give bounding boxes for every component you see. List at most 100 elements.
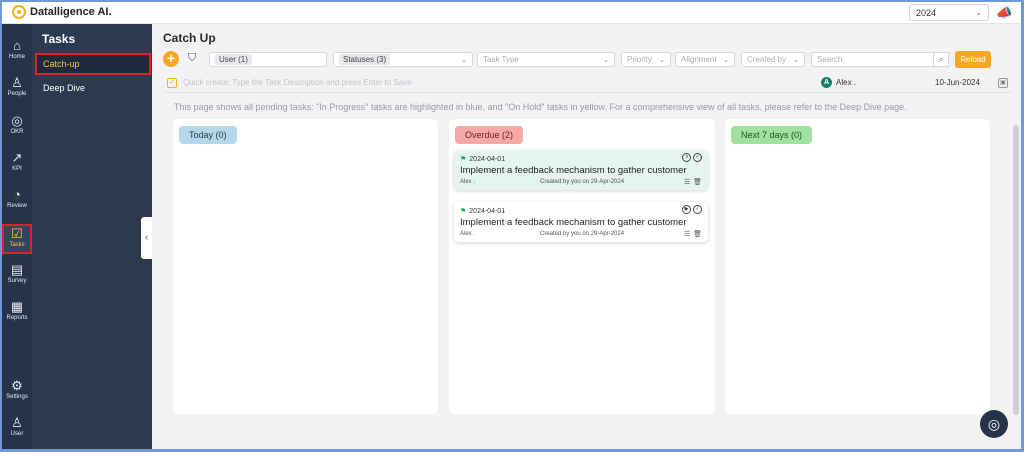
- rail-label: Tasks: [9, 242, 25, 248]
- announcement-icon[interactable]: 📣: [996, 5, 1012, 20]
- page-title: Catch Up: [163, 31, 216, 45]
- rail-item-people[interactable]: ♙ People: [2, 75, 32, 105]
- due-date-picker[interactable]: 10-Jun-2024: [935, 78, 980, 87]
- chevron-down-icon: ⌄: [461, 56, 467, 64]
- chevron-down-icon: ⌄: [975, 8, 982, 17]
- task-type-placeholder: Task Type: [483, 55, 519, 64]
- rail-label: Settings: [6, 394, 28, 400]
- details-icon[interactable]: ☰: [684, 230, 690, 238]
- info-text: This page shows all pending tasks: "In P…: [174, 102, 907, 112]
- rail-item-okr[interactable]: ◎ OKR: [2, 113, 32, 143]
- column-overdue: Overdue (2) ⚑ 2024-04-01 ॥ ✓ Implement a…: [449, 119, 715, 414]
- rail-label: People: [7, 91, 27, 97]
- task-date-value: 2024-04-01: [469, 155, 506, 163]
- sidebar-item-catch-up[interactable]: Catch-up: [35, 53, 151, 75]
- delete-icon[interactable]: 🗑: [693, 178, 702, 186]
- filter-icon[interactable]: ⛉: [188, 52, 196, 65]
- sidebar-item-deep-dive[interactable]: Deep Dive: [35, 77, 151, 99]
- rail-label: Survey: [7, 278, 27, 284]
- brand-logo[interactable]: Datalligence AI.: [12, 5, 112, 19]
- checkbox-icon: ☑: [11, 226, 23, 241]
- add-task-button[interactable]: +: [163, 51, 179, 67]
- vertical-scrollbar[interactable]: [1013, 125, 1019, 415]
- task-card[interactable]: ⚑ 2024-04-01 ॥ ✓ Implement a feedback me…: [454, 150, 708, 190]
- alignment-filter[interactable]: Alignment ⌄: [675, 52, 735, 67]
- rail-label: OKR: [10, 129, 24, 135]
- column-today: Today (0): [173, 119, 438, 414]
- delete-icon[interactable]: 🗑: [693, 230, 702, 238]
- save-icon[interactable]: ▣: [998, 78, 1008, 88]
- task-title[interactable]: Implement a feedback mechanism to gather…: [460, 217, 700, 228]
- rail-item-review[interactable]: ◔ Review: [2, 187, 32, 217]
- search-input[interactable]: Search: [811, 52, 935, 67]
- rail-item-tasks[interactable]: ☑ Tasks: [2, 224, 32, 254]
- task-date-value: 2024-04-01: [469, 207, 506, 215]
- chevron-down-icon: ⌄: [603, 56, 609, 64]
- task-tools: ☰ 🗑: [684, 178, 702, 186]
- task-tools: ☰ 🗑: [684, 230, 702, 238]
- chevron-down-icon: ⌄: [723, 56, 729, 64]
- year-select[interactable]: 2024 ⌄: [909, 4, 989, 21]
- rail-label: Home: [8, 54, 25, 60]
- task-actions: ॥ ✓: [682, 153, 702, 162]
- filter-toolbar: + ⛉ User (1) Statuses (3) ⌄ Task Type ⌄ …: [163, 51, 993, 69]
- status-filter[interactable]: Statuses (3) ⌄: [333, 52, 473, 67]
- reports-icon: ▦: [10, 299, 24, 314]
- flag-icon: ⚑: [460, 208, 467, 215]
- rail-item-home[interactable]: ⌂ Home: [2, 38, 32, 68]
- rail-label: Review: [7, 203, 27, 209]
- gauge-icon: ◔: [13, 187, 21, 202]
- logo-icon: [12, 5, 26, 19]
- created-by-filter[interactable]: Created by ⌄: [741, 52, 805, 67]
- status-filter-chip: Statuses (3): [339, 54, 391, 65]
- flag-icon: ⚑: [460, 156, 467, 163]
- rail-item-survey[interactable]: ▤ Survey: [2, 262, 32, 292]
- task-actions: ▶ ✓: [682, 205, 702, 214]
- created-by-placeholder: Created by: [747, 55, 787, 64]
- quick-create-bar: ✓ Quick create: Type the Task Descriptio…: [163, 77, 1013, 93]
- user-filter[interactable]: User (1): [209, 52, 327, 67]
- rail-item-user[interactable]: ♙ User: [2, 415, 32, 445]
- task-date: ⚑ 2024-04-01: [460, 207, 506, 216]
- rail-item-kpi[interactable]: ↗ KPI: [2, 150, 32, 180]
- rail-label: User: [10, 431, 24, 437]
- details-icon[interactable]: ☰: [684, 178, 690, 186]
- assistant-button[interactable]: ◎: [980, 410, 1008, 438]
- column-next-7-days: Next 7 days (0): [725, 119, 990, 414]
- checkbox-icon: ✓: [167, 78, 177, 88]
- rail-item-reports[interactable]: ▦ Reports: [2, 299, 32, 329]
- chevron-down-icon: ⌄: [659, 56, 665, 64]
- play-icon[interactable]: ▶: [682, 205, 691, 214]
- rail-label: KPI: [12, 166, 22, 172]
- task-date: ⚑ 2024-04-01: [460, 155, 506, 164]
- survey-icon: ▤: [10, 262, 24, 277]
- user-filter-chip: User (1): [215, 54, 252, 65]
- complete-icon[interactable]: ✓: [693, 205, 702, 214]
- rail-label: Reports: [6, 315, 28, 321]
- brand-name: Datalligence AI.: [30, 6, 112, 18]
- user-icon: ♙: [11, 415, 23, 430]
- column-header-next-7-days: Next 7 days (0): [731, 126, 813, 144]
- complete-icon[interactable]: ✓: [693, 153, 702, 162]
- task-owner: Alex .: [460, 231, 476, 237]
- gear-icon: ⚙: [11, 378, 23, 393]
- search-icon[interactable]: ⌕: [933, 52, 949, 67]
- sidebar-title: Tasks: [42, 32, 76, 46]
- task-type-filter[interactable]: Task Type ⌄: [477, 52, 615, 67]
- assignee-picker[interactable]: A Alex .: [821, 77, 856, 88]
- chevron-down-icon: ⌄: [793, 56, 799, 64]
- assignee-name: Alex .: [836, 78, 857, 87]
- priority-placeholder: Priority: [627, 55, 652, 64]
- priority-filter[interactable]: Priority ⌄: [621, 52, 671, 67]
- search-placeholder: Search: [817, 55, 843, 64]
- reload-button[interactable]: Reload: [955, 51, 991, 68]
- home-icon: ⌂: [13, 38, 21, 53]
- task-title[interactable]: Implement a feedback mechanism to gather…: [460, 165, 700, 176]
- sidebar-collapse-button[interactable]: ‹: [141, 217, 152, 259]
- pause-icon[interactable]: ॥: [682, 153, 691, 162]
- quick-create-input[interactable]: Quick create: Type the Task Description …: [183, 78, 412, 87]
- target-icon: ◎: [11, 113, 23, 128]
- task-card[interactable]: ⚑ 2024-04-01 ▶ ✓ Implement a feedback me…: [454, 202, 708, 242]
- chart-icon: ↗: [11, 150, 23, 165]
- rail-item-settings[interactable]: ⚙ Settings: [2, 378, 32, 408]
